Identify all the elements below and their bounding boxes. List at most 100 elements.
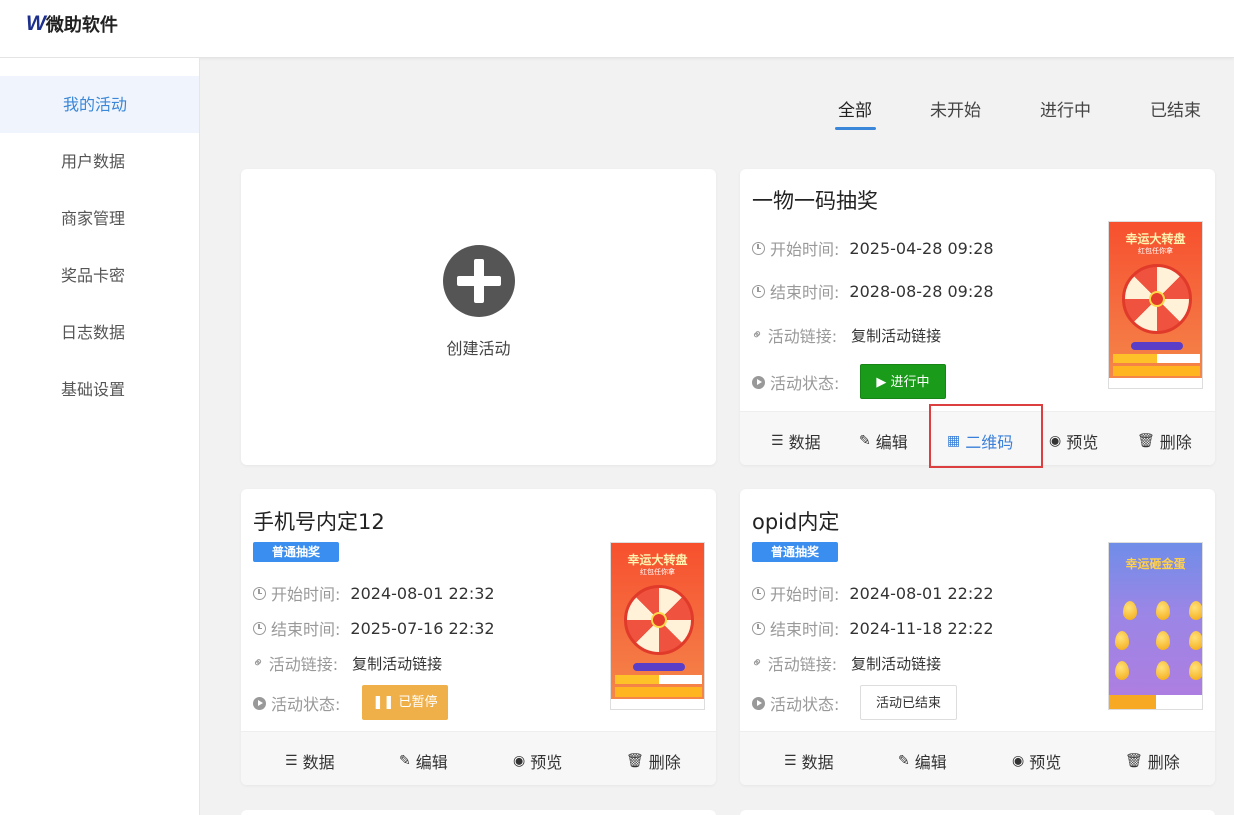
activity-title: 一物一码抽奖 xyxy=(752,189,878,213)
qrcode-icon: ▦ xyxy=(947,433,961,449)
delete-button[interactable]: 🗑 删除 xyxy=(1137,429,1192,453)
status-paused-badge[interactable]: ❚❚ 已暂停 xyxy=(362,685,448,720)
activity-type-tag: 普通抽奖 xyxy=(752,542,839,562)
create-activity-card[interactable]: 创建活动 xyxy=(241,169,716,465)
activity-thumbnail: 幸运大转盘 红包任你拿 xyxy=(1108,221,1203,389)
link-icon: ⚭ xyxy=(748,653,768,673)
golden-egg-graphic xyxy=(1156,661,1170,680)
data-button[interactable]: ☰ 数据 xyxy=(285,749,335,773)
start-time-row: 开始时间: 2024-08-01 22:22 xyxy=(752,581,994,605)
data-button[interactable]: ☰ 数据 xyxy=(784,749,834,773)
thumbnail-title: 幸运大转盘 xyxy=(1125,232,1186,246)
activity-link-label: 活动链接: xyxy=(767,327,838,346)
data-button[interactable]: ☰ 数据 xyxy=(771,429,821,453)
sidebar-item-basic-settings[interactable]: 基础设置 xyxy=(0,361,199,418)
end-time-label: 结束时间: xyxy=(271,620,341,639)
link-icon: ⚭ xyxy=(748,325,768,345)
list-icon: ☰ xyxy=(784,753,797,769)
end-time-label: 结束时间: xyxy=(770,283,840,302)
start-time-label: 开始时间: xyxy=(770,585,840,604)
golden-egg-graphic xyxy=(1189,661,1202,680)
clock-icon xyxy=(253,586,266,600)
activity-card: 手机号内定12 普通抽奖 开始时间: 2024-08-01 22:32 结束时间… xyxy=(241,489,716,785)
active-tab-indicator xyxy=(835,127,876,130)
delete-button[interactable]: 🗑 删除 xyxy=(626,749,681,773)
start-time-value: 2024-08-01 22:32 xyxy=(350,583,495,603)
activity-status-row: 活动状态: xyxy=(752,691,839,715)
start-time-value: 2025-04-28 09:28 xyxy=(849,238,994,258)
activity-thumbnail: 幸运砸金蛋 xyxy=(1108,542,1203,710)
thumbnail-subtitle: 红包任你拿 xyxy=(640,568,675,576)
clock-icon xyxy=(752,621,765,635)
end-time-row: 结束时间: 2028-08-28 09:28 xyxy=(752,279,994,303)
eye-icon: ◉ xyxy=(513,753,526,769)
play-circle-icon xyxy=(752,375,765,389)
delete-button[interactable]: 🗑 删除 xyxy=(1125,749,1180,773)
plus-circle-icon[interactable] xyxy=(442,245,515,317)
create-activity-label: 创建活动 xyxy=(446,339,511,358)
edit-button[interactable]: ✎ 编辑 xyxy=(898,749,947,773)
link-icon: ⚭ xyxy=(249,653,269,673)
golden-egg-graphic xyxy=(1156,631,1170,650)
action-bar: ☰ 数据 ✎ 编辑 ◉ 预览 🗑 删除 xyxy=(241,731,716,785)
thumbnail-title: 幸运大转盘 xyxy=(627,553,688,567)
activity-status-row: 活动状态: xyxy=(253,691,340,715)
sidebar: 我的活动 用户数据 商家管理 奖品卡密 日志数据 基础设置 xyxy=(0,58,200,815)
start-time-label: 开始时间: xyxy=(770,240,840,259)
sidebar-item-merchant-management[interactable]: 商家管理 xyxy=(0,190,199,247)
sidebar-item-log-data[interactable]: 日志数据 xyxy=(0,304,199,361)
end-time-value: 2025-07-16 22:32 xyxy=(350,618,495,638)
start-time-row: 开始时间: 2024-08-01 22:32 xyxy=(253,581,495,605)
copy-link-button[interactable]: 复制活动链接 xyxy=(851,325,941,346)
copy-link-button[interactable]: 复制活动链接 xyxy=(352,653,442,674)
trash-icon: 🗑 xyxy=(1137,433,1155,449)
activity-link-row: ⚭ 活动链接: 复制活动链接 xyxy=(748,651,941,675)
activity-thumbnail: 幸运大转盘 红包任你拿 xyxy=(610,542,705,710)
clock-icon xyxy=(752,284,765,298)
qrcode-button[interactable]: ▦ 二维码 xyxy=(947,429,1013,453)
activity-status-label: 活动状态: xyxy=(770,695,840,714)
golden-egg-graphic xyxy=(1189,601,1202,620)
activity-card: 一物一码抽奖 开始时间: 2025-04-28 09:28 结束时间: 2028… xyxy=(740,169,1215,465)
edit-button[interactable]: ✎ 编辑 xyxy=(859,429,908,453)
action-bar: ☰ 数据 ✎ 编辑 ▦ 二维码 ◉ 预览 🗑 删除 xyxy=(740,411,1215,465)
brand-logo-mark: W xyxy=(26,12,46,35)
activity-link-label: 活动链接: xyxy=(268,655,339,674)
status-ended-badge[interactable]: 活动已结束 xyxy=(860,685,957,720)
start-time-row: 开始时间: 2025-04-28 09:28 xyxy=(752,236,994,260)
end-time-label: 结束时间: xyxy=(770,620,840,639)
tab-ended[interactable]: 已结束 xyxy=(1150,96,1201,121)
preview-button[interactable]: ◉ 预览 xyxy=(1049,429,1098,453)
preview-button[interactable]: ◉ 预览 xyxy=(513,749,562,773)
edit-icon: ✎ xyxy=(399,753,411,769)
activity-link-row: ⚭ 活动链接: 复制活动链接 xyxy=(249,651,442,675)
sidebar-item-user-data[interactable]: 用户数据 xyxy=(0,133,199,190)
golden-egg-graphic xyxy=(1189,631,1202,650)
copy-link-button[interactable]: 复制活动链接 xyxy=(851,653,941,674)
end-time-row: 结束时间: 2024-11-18 22:22 xyxy=(752,616,994,640)
start-time-label: 开始时间: xyxy=(271,585,341,604)
brand-name: 微助软件 xyxy=(45,15,118,36)
sidebar-item-prize-cards[interactable]: 奖品卡密 xyxy=(0,247,199,304)
golden-egg-graphic xyxy=(1115,631,1129,650)
preview-button[interactable]: ◉ 预览 xyxy=(1012,749,1061,773)
activity-status-label: 活动状态: xyxy=(271,695,341,714)
end-time-value: 2028-08-28 09:28 xyxy=(849,281,994,301)
eye-icon: ◉ xyxy=(1012,753,1025,769)
list-icon: ☰ xyxy=(285,753,298,769)
list-icon: ☰ xyxy=(771,433,784,449)
tab-all[interactable]: 全部 xyxy=(838,96,872,121)
clock-icon xyxy=(752,586,765,600)
trash-icon: 🗑 xyxy=(1125,753,1143,769)
brand-logo[interactable]: W 微助软件 xyxy=(26,12,118,36)
activity-title: 手机号内定12 xyxy=(253,510,385,534)
activity-card xyxy=(241,810,716,815)
eye-icon: ◉ xyxy=(1049,433,1062,449)
tab-not-started[interactable]: 未开始 xyxy=(930,96,981,121)
activity-card xyxy=(740,810,1215,815)
tab-in-progress[interactable]: 进行中 xyxy=(1040,96,1091,121)
edit-button[interactable]: ✎ 编辑 xyxy=(399,749,448,773)
status-running-badge[interactable]: ▶ 进行中 xyxy=(860,364,946,399)
golden-egg-graphic xyxy=(1115,661,1129,680)
activity-link-row: ⚭ 活动链接: 复制活动链接 xyxy=(748,323,941,347)
